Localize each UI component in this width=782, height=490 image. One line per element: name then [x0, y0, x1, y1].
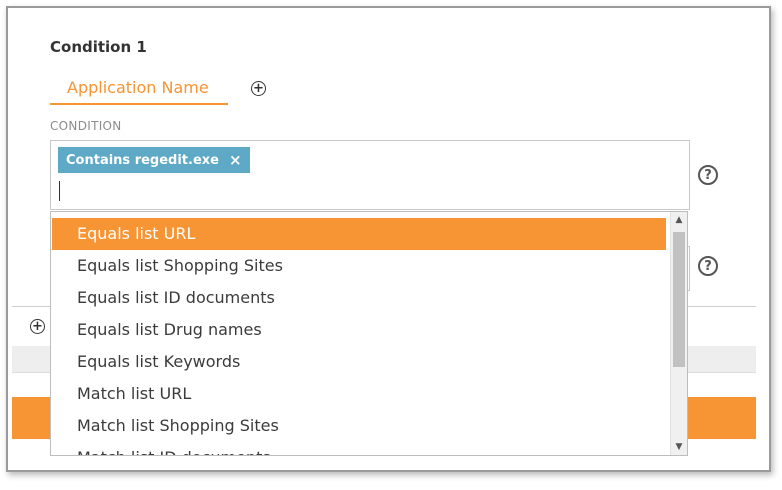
scroll-up-icon[interactable]: ▲ [671, 212, 687, 228]
dropdown-scrollbar[interactable]: ▲ ▼ [670, 212, 687, 455]
dropdown-option-list: Equals list URL Equals list Shopping Site… [52, 218, 666, 455]
scroll-down-icon[interactable]: ▼ [671, 439, 687, 455]
dropdown-option[interactable]: Equals list Shopping Sites [52, 250, 666, 282]
help-icon-secondary[interactable]: ? [698, 256, 718, 276]
help-icon[interactable]: ? [698, 165, 718, 185]
dropdown-option[interactable]: Equals list URL [52, 218, 666, 250]
dropdown-option[interactable]: Equals list Drug names [52, 314, 666, 346]
condition-title: Condition 1 [50, 38, 147, 56]
add-tab-icon[interactable]: + [251, 81, 266, 96]
dropdown-option[interactable]: Equals list Keywords [52, 346, 666, 378]
add-condition-icon[interactable]: + [30, 319, 45, 334]
scroll-thumb[interactable] [673, 232, 685, 367]
tab-application-name[interactable]: Application Name [50, 74, 228, 105]
chip-label: Contains regedit.exe [66, 152, 219, 168]
dropdown-option[interactable]: Match list URL [52, 378, 666, 410]
condition-chip: Contains regedit.exe × [58, 147, 250, 173]
condition-section-label: CONDITION [50, 119, 122, 133]
condition-panel: Condition 1 Application Name + CONDITION… [6, 6, 771, 472]
dropdown-option[interactable]: Match list ID documents [52, 442, 666, 455]
text-caret [59, 181, 60, 201]
chip-remove-icon[interactable]: × [229, 151, 242, 169]
condition-dropdown: Equals list URL Equals list Shopping Site… [50, 211, 688, 456]
dropdown-option[interactable]: Equals list ID documents [52, 282, 666, 314]
dropdown-option[interactable]: Match list Shopping Sites [52, 410, 666, 442]
condition-input[interactable]: Contains regedit.exe × [50, 140, 690, 210]
